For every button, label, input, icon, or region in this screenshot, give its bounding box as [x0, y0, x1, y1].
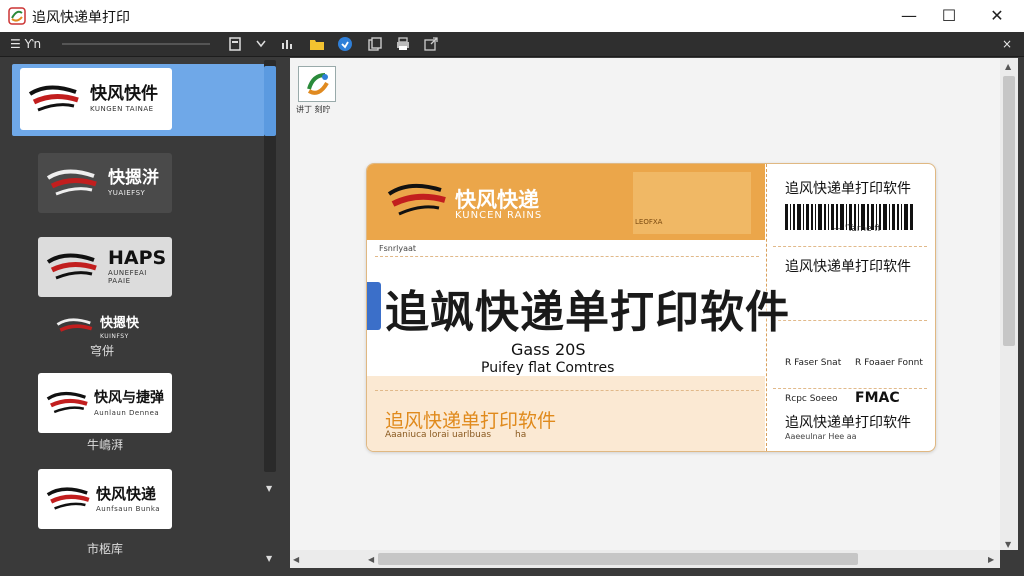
template-name: 快风与捷弹	[94, 390, 164, 406]
address-line-2: Puifey flat Comtres	[481, 360, 615, 376]
lower-title: 追风快递单打印软件	[385, 410, 557, 432]
maximize-button[interactable]: ☐	[926, 0, 972, 31]
copy-icon[interactable]	[364, 35, 386, 53]
template-caption: 市柩库	[86, 542, 123, 556]
template-name: HAPS	[108, 247, 167, 269]
brand-logo-icon	[46, 253, 97, 280]
template-name: 快风快件	[90, 84, 158, 104]
save-icon[interactable]	[334, 35, 356, 53]
brand-subtitle: KUNCEN RAINS	[455, 210, 543, 221]
address-line-1: Gass 20S	[511, 340, 586, 359]
vertical-scrollbar-thumb[interactable]	[1003, 76, 1015, 346]
template-subtitle: Aunlaun Dennea	[94, 409, 160, 417]
template-subtitle: Aunfsaun Bunka	[96, 505, 161, 513]
template-caption: 牛嶋湃	[86, 438, 123, 452]
overlay-title: 追飒快递单打印软件	[385, 287, 790, 338]
dashed-line	[773, 388, 927, 389]
close-button[interactable]: ✕	[974, 0, 1020, 31]
barcode-text: — 'Tarne ff	[833, 224, 881, 234]
left-scrollbar-thumb[interactable]	[264, 66, 276, 136]
lower-subtitle: Aaaniuca lorai uarlbuas	[385, 430, 492, 440]
template-subtitle: KUINFSY	[100, 332, 129, 340]
scroll-right-icon[interactable]: ▶	[988, 555, 994, 564]
template-name: 快摁快	[100, 315, 140, 331]
right-field-a: R Faser Snat	[785, 358, 842, 368]
right-bottom-subtitle: Aaeeulnar Hee aa	[785, 432, 857, 441]
right-field-d: FMAC	[855, 390, 900, 406]
template-subtitle: KUNGEN TAINAE	[90, 105, 154, 113]
toolbar: ☰ Ƴn ×	[0, 32, 1024, 57]
right-field-c: Rcpc Soeeo	[785, 394, 838, 404]
template-item[interactable]: 快摁洴 YUAIEFSY	[38, 153, 172, 213]
template-caption: 穹併	[89, 344, 114, 358]
dashed-line	[375, 256, 759, 257]
template-item[interactable]: 快风与捷弹 Aunlaun Dennea	[38, 373, 172, 433]
app-logo-icon	[8, 7, 26, 25]
right-title-1: 追风快递单打印软件	[785, 181, 911, 197]
template-item[interactable]: HAPS AUNEFEAI PAAIE	[38, 237, 172, 297]
scroll-down-icon[interactable]: ▼	[266, 484, 272, 493]
waybill-preview[interactable]: 快风快递 KUNCEN RAINS LEOFXA Fsnrlyaat 追飒快递单…	[366, 163, 936, 452]
brand-logo-icon	[28, 85, 79, 112]
horizontal-scrollbar-thumb[interactable]	[378, 553, 858, 565]
title-bar: 追风快递单打印 — ☐ ✕	[0, 0, 1024, 33]
template-subtitle: YUAIEFSY	[108, 189, 146, 197]
chart-icon[interactable]	[278, 35, 296, 53]
export-icon[interactable]	[420, 35, 442, 53]
zoom-slider[interactable]	[62, 43, 210, 45]
folder-icon[interactable]	[306, 35, 328, 53]
template-item[interactable]: 快风快件 KUNGEN TAINAE	[20, 68, 172, 130]
document-label: 讲丁 刻咛	[296, 105, 331, 114]
maximize-icon: ☐	[941, 6, 957, 25]
chevron-down-icon[interactable]	[252, 35, 270, 53]
window-title: 追风快递单打印	[32, 10, 130, 26]
template-name: 快风快递	[96, 485, 157, 503]
header-small-text: LEOFXA	[635, 218, 663, 226]
print-icon[interactable]	[392, 35, 414, 53]
scroll-left-icon[interactable]: ◀	[293, 555, 299, 564]
document-icon[interactable]	[298, 66, 336, 102]
brand-logo-icon	[56, 318, 93, 332]
dashed-line	[773, 320, 927, 321]
scroll-down-icon[interactable]: ▼	[1005, 540, 1011, 549]
lower-subtitle-2: ha	[515, 430, 527, 440]
template-subtitle: AUNEFEAI PAAIE	[108, 269, 147, 285]
scroll-left-icon[interactable]: ◀	[368, 555, 374, 564]
brand-logo-icon	[46, 391, 88, 414]
template-item[interactable]: 快风快递 Aunfsaun Bunka	[38, 469, 172, 529]
template-name: 快摁洴	[108, 168, 159, 188]
close-panel-button[interactable]: ×	[998, 35, 1016, 53]
scroll-up-icon[interactable]: ▲	[1005, 62, 1011, 71]
brand-logo-icon	[387, 183, 446, 216]
close-icon: ✕	[990, 6, 1004, 25]
page-icon[interactable]	[226, 35, 244, 53]
dashed-line	[375, 390, 759, 391]
menu-button[interactable]: ☰ Ƴn	[10, 35, 54, 53]
field-label: Fsnrlyaat	[379, 244, 417, 253]
brand-logo-icon	[46, 487, 90, 510]
right-field-b: R Foaaer Fonnt	[855, 358, 923, 368]
template-item[interactable]: 快摁快 KUINFSY	[56, 314, 156, 342]
brand-logo-icon	[46, 169, 97, 196]
right-title-2: 追风快递单打印软件	[785, 259, 911, 275]
right-title-3: 追风快递单打印软件	[785, 415, 911, 431]
minimize-icon: —	[901, 6, 917, 25]
dashed-line	[773, 246, 927, 247]
scroll-down-icon[interactable]: ▼	[266, 554, 272, 563]
side-tab	[367, 282, 381, 330]
